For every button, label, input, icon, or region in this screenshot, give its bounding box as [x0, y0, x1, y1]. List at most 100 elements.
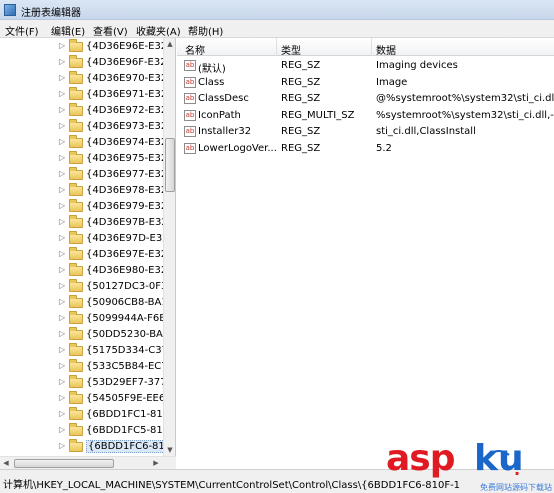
scroll-right-arrow-icon[interactable]: ▶: [150, 457, 162, 469]
expand-arrow-icon[interactable]: ▷: [59, 57, 65, 66]
scroll-up-arrow-icon[interactable]: ▲: [164, 38, 176, 50]
value-row[interactable]: ab ClassDesc REG_SZ @%systemroot%\system32\…: [177, 90, 554, 106]
tree-item[interactable]: ▷ {53D29EF7-377C: [0, 375, 174, 391]
expand-arrow-icon[interactable]: ▷: [59, 441, 65, 450]
tree-item-label: {4D36E971-E325: [86, 89, 174, 100]
ab-string-icon: ab: [184, 126, 196, 137]
ab-string-icon: ab: [184, 109, 196, 121]
expand-arrow-icon[interactable]: ▷: [59, 233, 65, 242]
tree-item[interactable]: ▷ {4D36E96E-E325: [0, 39, 174, 55]
value-row[interactable]: ab IconPath REG_MULTI_SZ %systemroot%\syste…: [177, 107, 554, 123]
tree-item-label: {53D29EF7-377C: [86, 377, 174, 388]
tree-item[interactable]: ▷ {54505F9E-EE66: [0, 391, 172, 407]
expand-arrow-icon[interactable]: ▷: [59, 297, 65, 306]
expand-arrow-icon[interactable]: ▷: [59, 249, 65, 258]
menu-view[interactable]: 查看(V): [93, 23, 128, 38]
folder-icon: [69, 375, 83, 388]
tree-item[interactable]: ▷ {4D36E978-E325: [0, 183, 174, 199]
tree-item[interactable]: ▷ {4D36E975-E325: [0, 151, 174, 167]
tree-item[interactable]: ▷ {4D36E97D-E325: [0, 231, 175, 247]
tree-item-label: {50127DC3-0F36: [86, 281, 174, 292]
tree-item-label: {4D36E97D-E325: [86, 233, 175, 244]
tree-item[interactable]: ▷ {6BDD1FC5-810F: [0, 423, 175, 439]
scroll-down-arrow-icon[interactable]: ▼: [164, 444, 176, 456]
folder-icon: [69, 423, 83, 436]
expand-arrow-icon[interactable]: ▷: [59, 185, 65, 194]
expand-arrow-icon[interactable]: ▷: [59, 265, 65, 274]
key-tree-pane[interactable]: ▷ {4D36E96E-E325 ▷ {4D36E96F-E325 ▷ {4D36E970…: [0, 38, 176, 456]
tree-item[interactable]: ▷ {4D36E96F-E325: [0, 55, 173, 71]
tree-item[interactable]: ▷ {4D36E971-E325: [0, 87, 174, 103]
value-row[interactable]: ab LowerLogoVer... REG_SZ 5.2: [177, 140, 554, 156]
tree-item-label: {4D36E977-E325: [86, 169, 174, 180]
expand-arrow-icon[interactable]: ▷: [59, 377, 65, 386]
tree-item[interactable]: ▷ {50906CB8-BA12: [0, 295, 174, 311]
folder-icon: [69, 199, 83, 212]
expand-arrow-icon[interactable]: ▷: [59, 153, 65, 162]
expand-arrow-icon[interactable]: ▷: [59, 121, 65, 130]
column-divider[interactable]: [371, 38, 372, 56]
menu-file[interactable]: 文件(F): [5, 23, 39, 38]
column-type-header[interactable]: 类型: [281, 42, 301, 57]
hscroll-thumb[interactable]: [14, 459, 114, 468]
expand-arrow-icon[interactable]: ▷: [59, 329, 65, 338]
column-name-header[interactable]: 名称: [185, 42, 205, 57]
expand-arrow-icon[interactable]: ▷: [59, 393, 65, 402]
expand-arrow-icon[interactable]: ▷: [59, 201, 65, 210]
tree-item[interactable]: ▷ {4D36E973-E325: [0, 119, 174, 135]
tree-item-label: {4D36E972-E325: [86, 105, 174, 116]
values-header: 名称 类型 数据: [177, 38, 554, 57]
expand-arrow-icon[interactable]: ▷: [59, 41, 65, 50]
value-name: LowerLogoVer...: [198, 142, 277, 154]
tree-item[interactable]: ▷ {6BDD1FC6-810F: [0, 439, 175, 455]
expand-arrow-icon[interactable]: ▷: [59, 217, 65, 226]
ab-string-icon: ab: [184, 60, 196, 71]
tree-item[interactable]: ▷ {4D36E970-E325: [0, 71, 174, 87]
tree-item[interactable]: ▷ {4D36E972-E325: [0, 103, 174, 119]
tree-item[interactable]: ▷ {50DD5230-BA8A: [0, 327, 175, 343]
tree-item-label: {54505F9E-EE66: [86, 393, 172, 404]
expand-arrow-icon[interactable]: ▷: [59, 409, 65, 418]
value-data: 5.2: [376, 142, 392, 154]
tree-item[interactable]: ▷ {4D36E974-E325: [0, 135, 174, 151]
tree-item[interactable]: ▷ {50127DC3-0F36: [0, 279, 174, 295]
tree-item[interactable]: ▷ {5175D334-C371: [0, 343, 174, 359]
folder-icon: [69, 39, 83, 52]
expand-arrow-icon[interactable]: ▷: [59, 345, 65, 354]
expand-arrow-icon[interactable]: ▷: [59, 137, 65, 146]
value-name: Class: [198, 76, 225, 88]
tree-vertical-scrollbar[interactable]: ▲ ▼: [163, 38, 175, 456]
menu-edit[interactable]: 编辑(E): [51, 23, 85, 38]
value-row[interactable]: ab Installer32 REG_SZ sti_ci.dll,ClassInsta…: [177, 123, 554, 139]
menu-help[interactable]: 帮助(H): [188, 23, 223, 38]
scroll-thumb[interactable]: [165, 138, 175, 192]
column-data-header[interactable]: 数据: [376, 42, 396, 57]
value-type: REG_SZ: [281, 142, 321, 154]
expand-arrow-icon[interactable]: ▷: [59, 361, 65, 370]
expand-arrow-icon[interactable]: ▷: [59, 313, 65, 322]
tree-item[interactable]: ▷ {4D36E979-E325: [0, 199, 174, 215]
column-divider[interactable]: [276, 38, 277, 56]
tree-item-label: {4D36E980-E325: [86, 265, 174, 276]
tree-item[interactable]: ▷ {4D36E97B-E325: [0, 215, 174, 231]
value-row[interactable]: ab (默认) REG_SZ Imaging devices: [177, 57, 554, 75]
expand-arrow-icon[interactable]: ▷: [59, 89, 65, 98]
tree-item[interactable]: ▷ {4D36E977-E325: [0, 167, 174, 183]
value-row[interactable]: ab Class REG_SZ Image: [177, 74, 554, 90]
tree-item[interactable]: ▷ {4D36E97E-E325: [0, 247, 174, 263]
tree-item[interactable]: ▷ {4D36E980-E325: [0, 263, 174, 279]
tree-item[interactable]: ▷ {6BDD1FC1-810F: [0, 407, 175, 423]
folder-icon: [69, 311, 83, 324]
tree-item-label: {4D36E97B-E325: [86, 217, 175, 228]
expand-arrow-icon[interactable]: ▷: [59, 425, 65, 434]
tree-item[interactable]: ▷ {533C5B84-EC70: [0, 359, 174, 375]
menu-favorites[interactable]: 收藏夹(A): [136, 23, 181, 38]
tree-horizontal-scrollbar[interactable]: ◀ ▶: [0, 456, 176, 469]
tree-item[interactable]: ▷ {5099944A-F6B9: [0, 311, 172, 327]
expand-arrow-icon[interactable]: ▷: [59, 105, 65, 114]
expand-arrow-icon[interactable]: ▷: [59, 281, 65, 290]
expand-arrow-icon[interactable]: ▷: [59, 73, 65, 82]
scroll-left-arrow-icon[interactable]: ◀: [0, 457, 12, 469]
expand-arrow-icon[interactable]: ▷: [59, 169, 65, 178]
tree-item-label: {5099944A-F6B9: [86, 313, 173, 324]
